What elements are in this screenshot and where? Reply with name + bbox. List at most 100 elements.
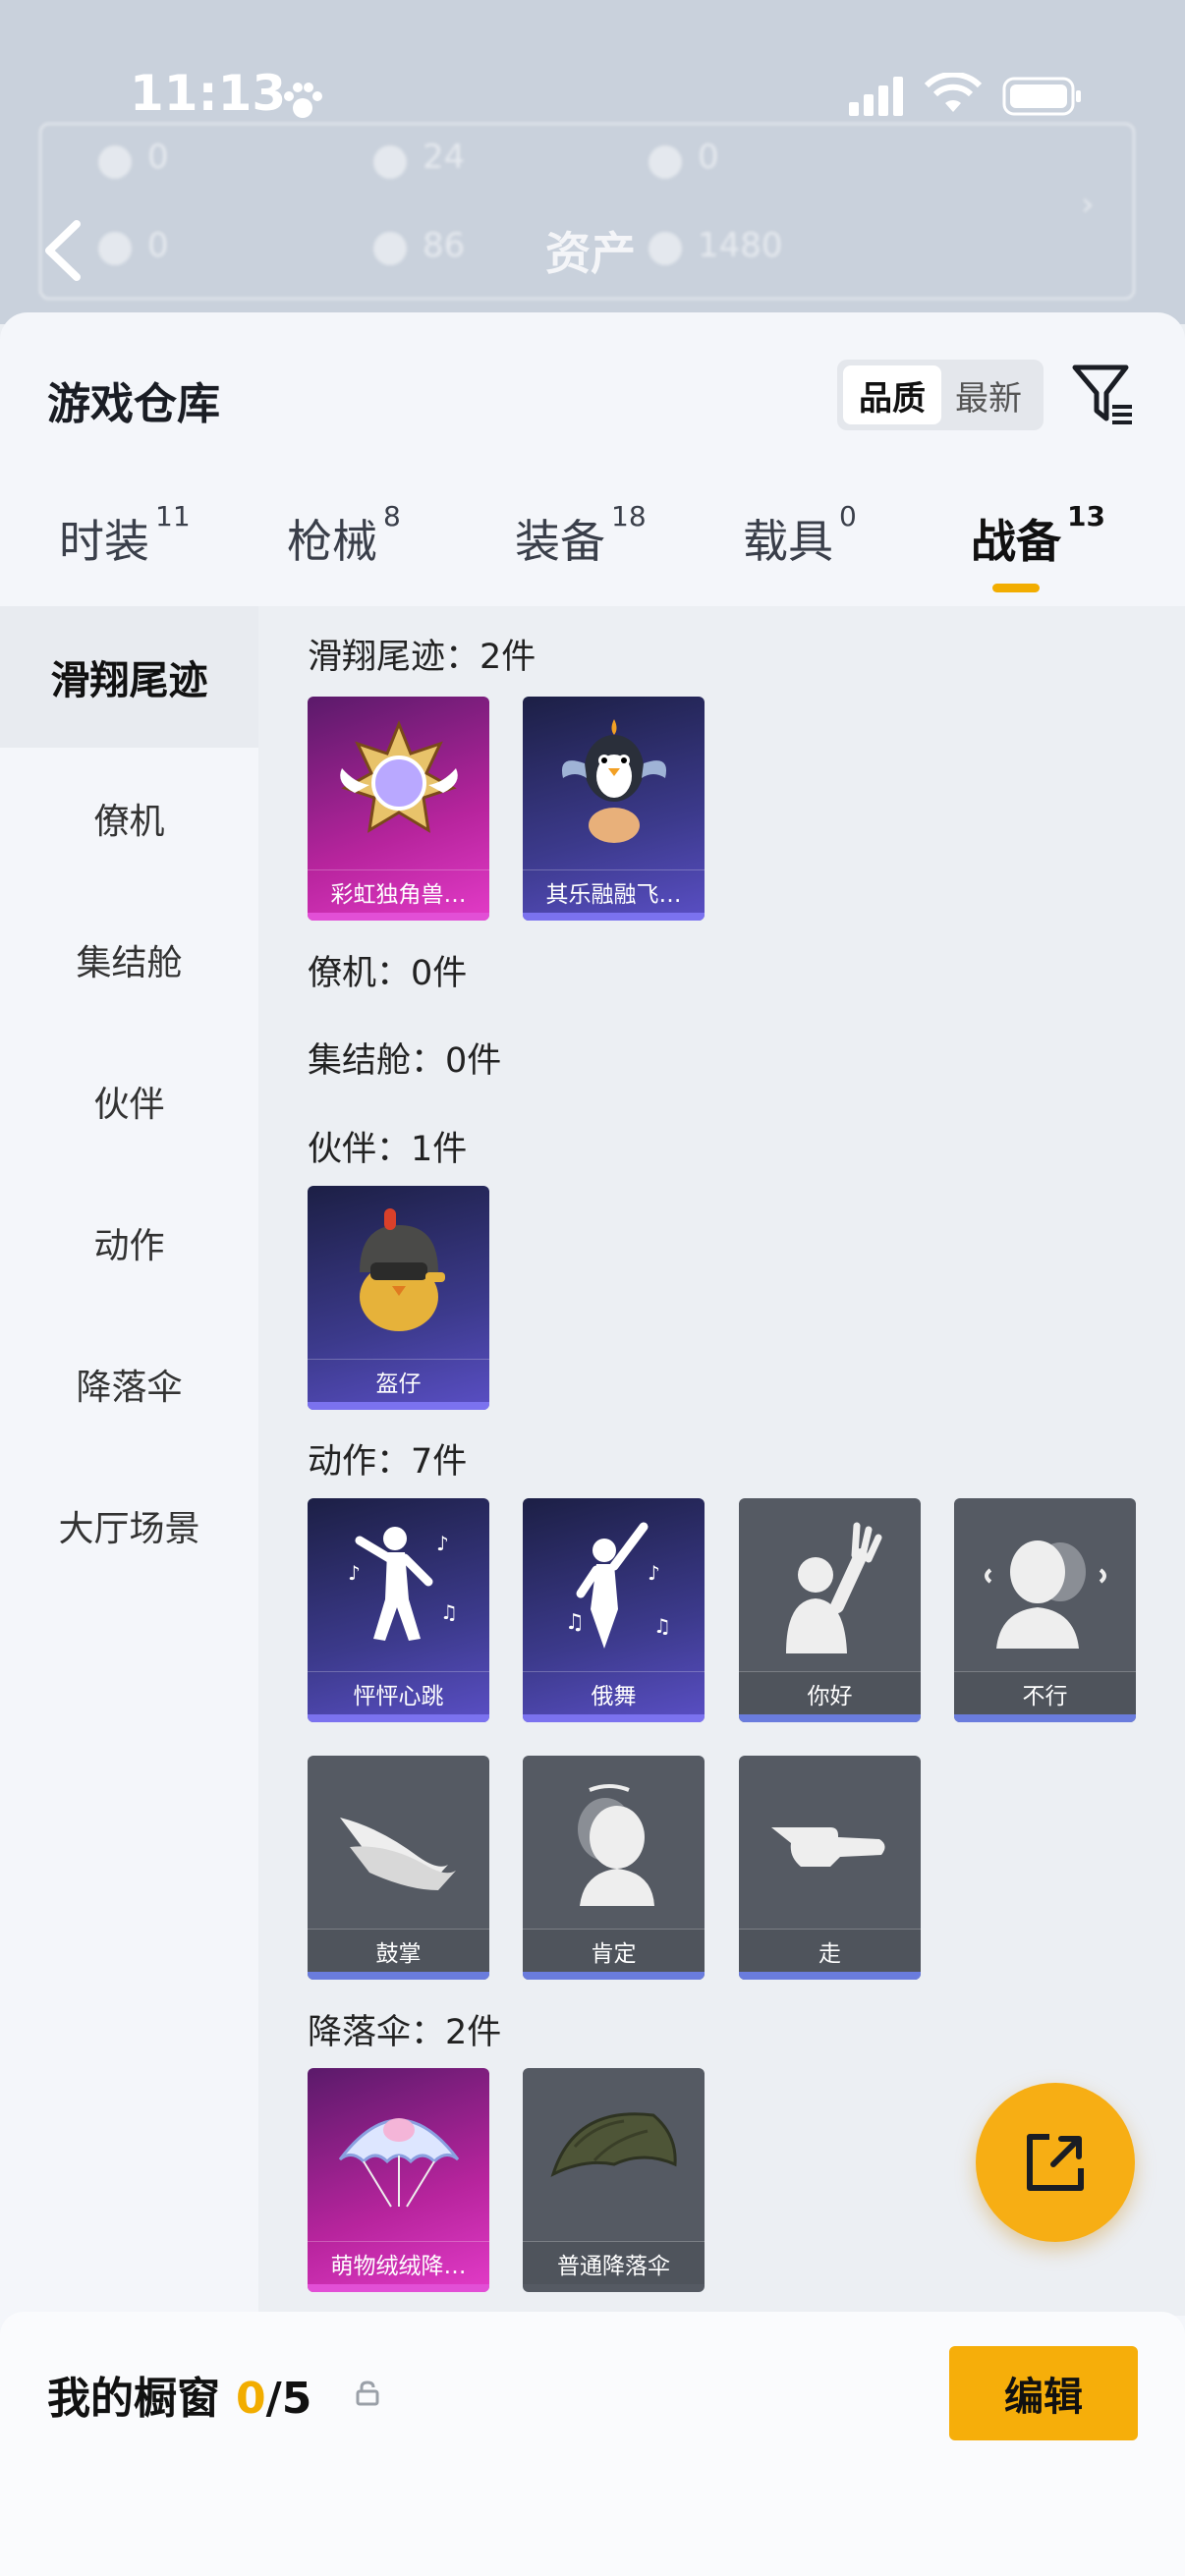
item-label: 彩虹独角兽… [308, 869, 489, 913]
item-card[interactable]: 你好 [739, 1498, 921, 1722]
helmet-chick-icon [359, 1208, 445, 1331]
sidebar-item-trail[interactable]: 滑翔尾迹 [0, 606, 258, 748]
russian-dance-icon: ♫ ♪ ♫ [565, 1522, 671, 1649]
point-go-icon [770, 1827, 885, 1867]
edit-button[interactable]: 编辑 [949, 2346, 1138, 2440]
sort-quality-button[interactable]: 品质 [843, 365, 941, 424]
section-title-parachute: 降落伞：2件 [308, 2013, 502, 2052]
tab-equipment[interactable]: 装备 18 [515, 500, 647, 571]
item-card[interactable]: ♪ ♪ ♫ 怦怦心跳 [308, 1498, 489, 1722]
battery-icon [1002, 77, 1081, 116]
item-art [739, 1498, 921, 1671]
rarity-bar [523, 1972, 705, 1980]
showcase-label: 我的橱窗 0/5 [47, 2363, 311, 2426]
item-card[interactable]: 肯定 [523, 1756, 705, 1980]
warehouse-title: 游戏仓库 [47, 379, 220, 429]
item-label: 萌物绒绒降… [308, 2241, 489, 2284]
wave-hello-icon [785, 1522, 881, 1653]
item-card[interactable]: 普通降落伞 [523, 2068, 705, 2292]
item-label: 其乐融融飞… [523, 869, 705, 913]
svg-text:♫: ♫ [440, 1600, 458, 1624]
item-art [523, 697, 705, 869]
tab-label: 时装 [59, 515, 149, 568]
fluffy-parachute-icon [338, 2118, 459, 2208]
svg-text:♪: ♪ [436, 1532, 449, 1555]
section-title-wingman: 僚机：0件 [308, 954, 468, 993]
item-label: 肯定 [523, 1929, 705, 1972]
item-art: ♪ ♪ ♫ [308, 1498, 489, 1671]
item-label: 你好 [739, 1671, 921, 1714]
item-art [954, 1498, 1136, 1671]
sidebar-item-emote[interactable]: 动作 [0, 1172, 258, 1314]
item-art [308, 1756, 489, 1929]
item-art [308, 1186, 489, 1359]
dance-heartbeat-icon: ♪ ♪ ♫ [348, 1527, 458, 1641]
tab-guns[interactable]: 枪械 8 [287, 500, 401, 571]
item-label: 普通降落伞 [523, 2241, 705, 2284]
item-label: 盔仔 [308, 1359, 489, 1402]
item-card[interactable]: 不行 [954, 1498, 1136, 1722]
sidebar-item-parachute[interactable]: 降落伞 [0, 1314, 258, 1455]
section-title-partner: 伙伴：1件 [308, 1130, 468, 1169]
item-art [308, 697, 489, 869]
rarity-bar [308, 1972, 489, 1980]
sidebar-item-lobby[interactable]: 大厅场景 [0, 1455, 258, 1596]
svg-text:♫: ♫ [653, 1614, 671, 1638]
tab-label: 战备 [971, 515, 1061, 568]
unicorn-trail-icon [339, 719, 458, 833]
svg-text:♫: ♫ [565, 1610, 585, 1635]
rarity-bar [739, 1972, 921, 1980]
tab-readiness[interactable]: 战备 13 [971, 500, 1105, 571]
rarity-bar [308, 913, 489, 921]
rarity-bar [523, 1714, 705, 1722]
item-label: 走 [739, 1929, 921, 1972]
sort-latest-button[interactable]: 最新 [939, 365, 1038, 424]
tab-count: 0 [839, 500, 857, 532]
tab-count: 8 [383, 500, 401, 532]
rarity-bar [523, 913, 705, 921]
item-art [739, 1756, 921, 1929]
rarity-bar [739, 1714, 921, 1722]
item-card[interactable]: ♫ ♪ ♫ 俄舞 [523, 1498, 705, 1722]
item-art [523, 2068, 705, 2241]
tab-count: 18 [611, 500, 647, 532]
nod-icon [577, 1784, 654, 1906]
rarity-bar [308, 1402, 489, 1410]
filter-icon[interactable] [1071, 362, 1136, 426]
item-art [523, 1756, 705, 1929]
tab-label: 装备 [515, 515, 605, 568]
lock-icon [356, 2380, 379, 2406]
svg-text:♪: ♪ [348, 1561, 361, 1585]
item-card[interactable]: 彩虹独角兽… [308, 697, 489, 921]
tab-label: 枪械 [287, 515, 377, 568]
category-sidebar: 滑翔尾迹 僚机 集结舱 伙伴 动作 降落伞 大厅场景 [0, 606, 258, 2316]
shake-head-icon [984, 1540, 1106, 1649]
section-title-capsule: 集结舱：0件 [308, 1041, 502, 1081]
sidebar-item-wingman[interactable]: 僚机 [0, 748, 258, 889]
sidebar-item-partner[interactable]: 伙伴 [0, 1031, 258, 1172]
section-title-trail: 滑翔尾迹：2件 [308, 638, 536, 677]
showcase-title: 我的橱窗 [47, 2374, 220, 2424]
back-arrow-icon[interactable] [39, 216, 88, 285]
item-label: 怦怦心跳 [308, 1671, 489, 1714]
rarity-bar [954, 1714, 1136, 1722]
tab-vehicles[interactable]: 载具 0 [743, 500, 857, 571]
sidebar-item-capsule[interactable]: 集结舱 [0, 889, 258, 1031]
item-card[interactable]: 萌物绒绒降… [308, 2068, 489, 2292]
wifi-icon [924, 73, 983, 112]
share-button[interactable] [976, 2083, 1135, 2242]
item-card[interactable]: 鼓掌 [308, 1756, 489, 1980]
page-title: 资产 [545, 227, 636, 280]
clap-icon [339, 1818, 456, 1890]
item-card[interactable]: 盔仔 [308, 1186, 489, 1410]
tab-fashion[interactable]: 时装 11 [59, 500, 191, 571]
sort-toggle: 品质 最新 [837, 360, 1044, 430]
item-card[interactable]: 走 [739, 1756, 921, 1980]
svg-text:♪: ♪ [648, 1561, 660, 1585]
showcase-count: 0 [236, 2374, 266, 2424]
active-tab-indicator [992, 584, 1040, 592]
penguin-trail-icon [561, 719, 666, 843]
status-time: 11:13 [130, 65, 287, 122]
item-card[interactable]: 其乐融融飞… [523, 697, 705, 921]
section-title-emote: 动作：7件 [308, 1442, 468, 1482]
